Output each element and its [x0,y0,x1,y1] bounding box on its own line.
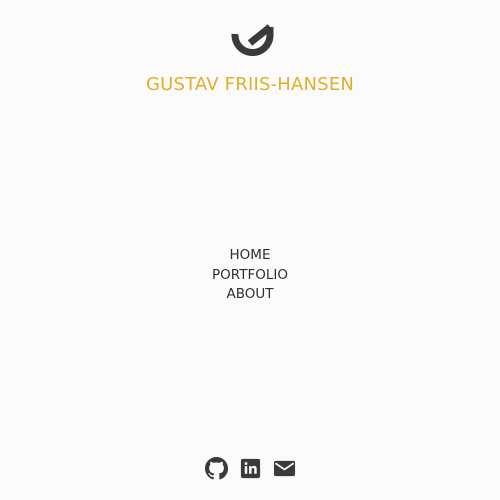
linkedin-icon [240,458,260,479]
nav-item-home[interactable]: HOME [190,246,310,266]
logo-link[interactable] [226,20,276,64]
social-links [0,457,500,480]
page: GUSTAV FRIIS-HANSEN HOME PORTFOLIO ABOUT [0,0,500,500]
g-arc-logo-icon [231,24,274,56]
github-icon [204,457,228,480]
site-title[interactable]: GUSTAV FRIIS-HANSEN [0,73,500,97]
main-nav: HOME PORTFOLIO ABOUT [0,246,500,305]
github-link[interactable] [204,457,228,480]
email-link[interactable] [273,457,296,480]
envelope-icon [273,460,295,477]
nav-item-portfolio[interactable]: PORTFOLIO [190,266,310,286]
linkedin-link[interactable] [239,457,262,480]
nav-item-about[interactable]: ABOUT [190,285,310,305]
